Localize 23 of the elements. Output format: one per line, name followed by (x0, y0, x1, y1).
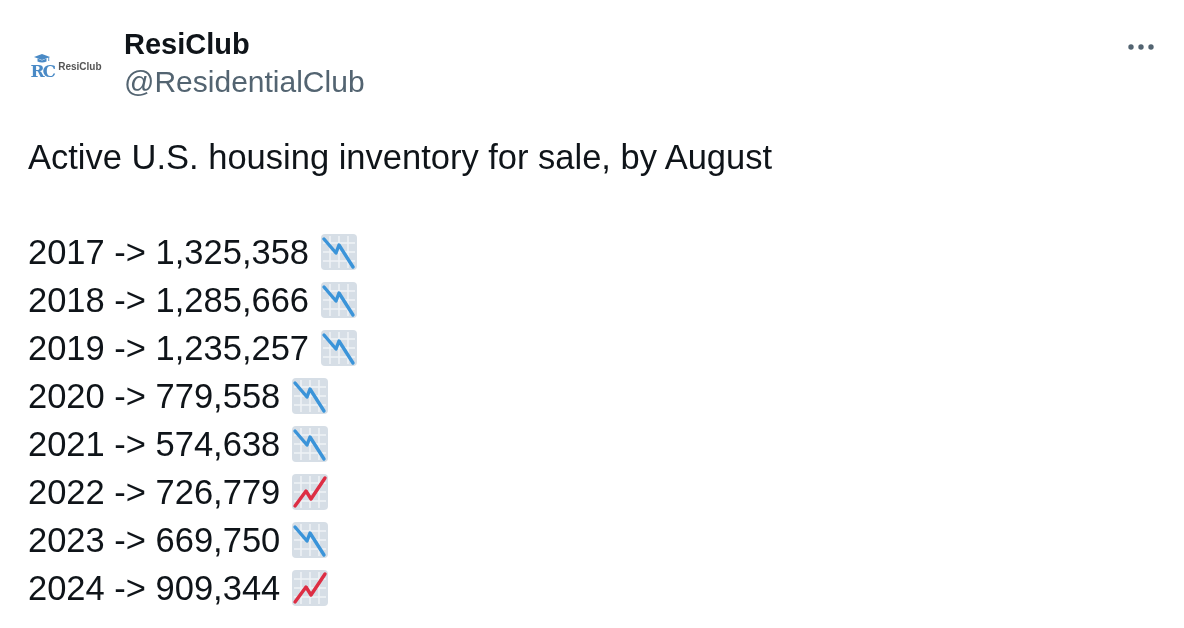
logo-mark: RC (30, 63, 55, 79)
inventory-line: 2023 -> 669,750 (28, 520, 281, 561)
inventory-line: 2022 -> 726,779 (28, 472, 281, 513)
chart-decreasing-icon (292, 426, 329, 462)
inventory-line: 2019 -> 1,235,257 (28, 328, 310, 369)
inventory-line: 2017 -> 1,325,358 (28, 232, 310, 273)
more-icon[interactable] (1128, 44, 1154, 50)
chart-decreasing-icon (292, 522, 329, 558)
inventory-line: 2024 -> 909,344 (28, 568, 281, 609)
graduation-cap-icon (34, 53, 51, 63)
user-handle[interactable]: @ResidentialClub (124, 62, 365, 102)
chart-increasing-icon (292, 474, 329, 510)
chart-decreasing-icon (321, 234, 358, 270)
chart-decreasing-icon (321, 282, 358, 318)
inventory-line: 2020 -> 779,558 (28, 376, 281, 417)
inventory-line: 2018 -> 1,285,666 (28, 280, 310, 321)
chart-decreasing-icon (292, 378, 329, 414)
display-name[interactable]: ResiClub (124, 26, 365, 62)
chart-decreasing-icon (321, 330, 358, 366)
logo-text: ResiClub (58, 60, 102, 72)
inventory-line: 2021 -> 574,638 (28, 424, 281, 465)
post-text: Active U.S. housing inventory for sale, by August (28, 137, 774, 178)
chart-increasing-icon (292, 570, 329, 606)
